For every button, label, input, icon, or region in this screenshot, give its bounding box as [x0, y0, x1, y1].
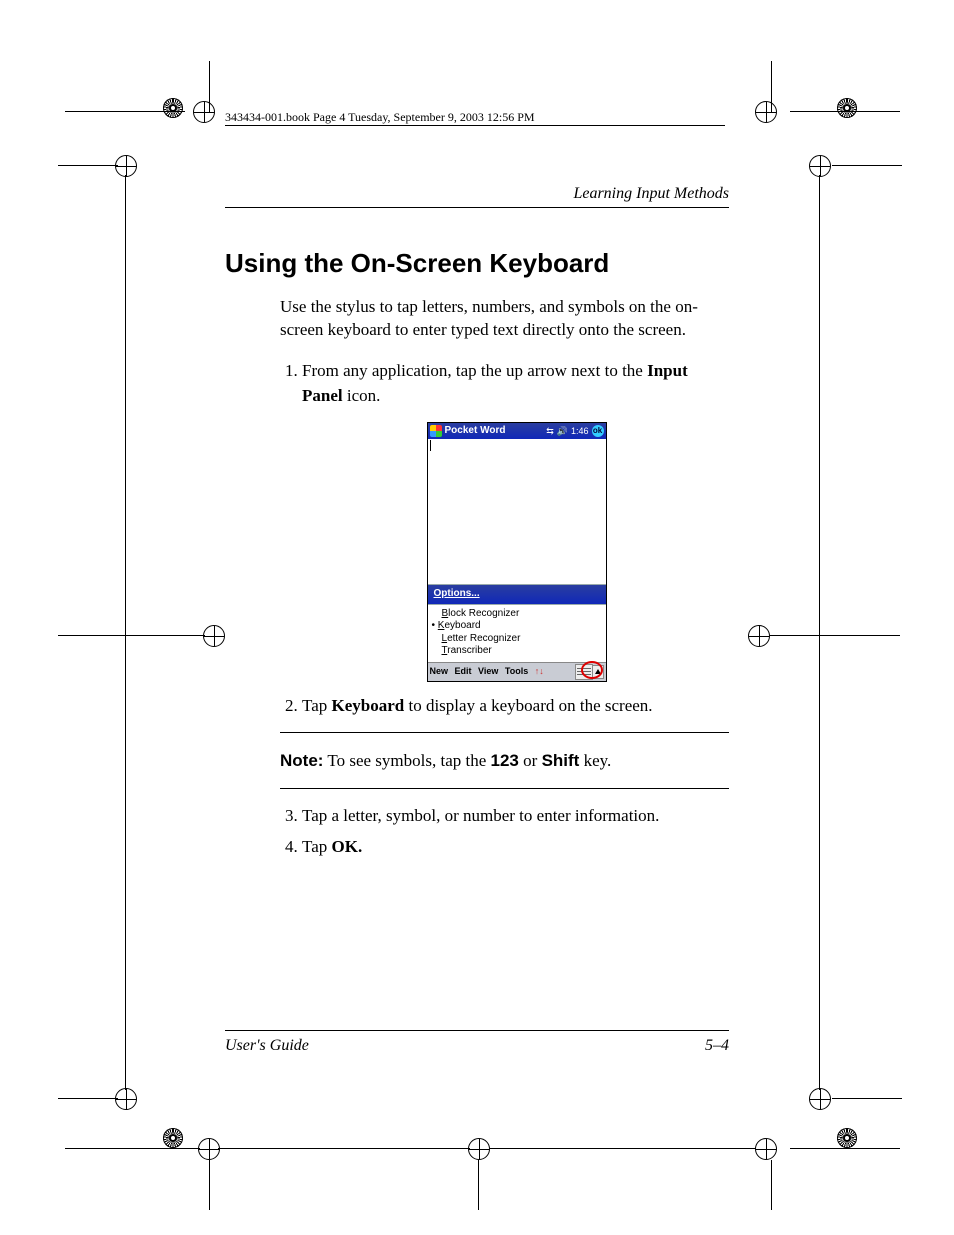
reg-mark-icon: [809, 155, 831, 177]
section-label: Learning Input Methods: [225, 185, 729, 208]
footer-left: User's Guide: [225, 1037, 309, 1055]
reg-sun-icon: [837, 1128, 857, 1148]
note-text-post: key.: [579, 751, 611, 770]
menu-item-keyboard: Keyboard: [432, 620, 602, 633]
step-1-text-pre: From any application, tap the up arrow n…: [302, 361, 647, 380]
step-1-text-post: icon.: [343, 386, 381, 405]
crop-line: [58, 635, 205, 636]
note-divider-bottom: [280, 788, 729, 790]
crop-line: [490, 1148, 756, 1149]
text-caret-icon: [430, 440, 431, 451]
footer-page-number: 5–4: [705, 1037, 729, 1055]
menu-edit: Edit: [455, 666, 472, 676]
pocketpc-time: 1:46: [571, 425, 589, 438]
note-paragraph: Note: To see symbols, tap the 123 or Shi…: [280, 751, 729, 771]
pocketpc-options-header: Options...: [428, 585, 606, 604]
menu-item-transcriber: Transcriber: [432, 645, 602, 658]
step-4: Tap OK.: [302, 835, 729, 860]
up-arrow-icon: [592, 665, 604, 679]
reg-sun-icon: [163, 98, 183, 118]
step-2-bold: Keyboard: [332, 696, 405, 715]
page-title: Using the On-Screen Keyboard: [225, 248, 729, 279]
crop-line: [790, 1148, 900, 1149]
step-2: Tap Keyboard to display a keyboard on th…: [302, 694, 729, 719]
step-4-text-pre: Tap: [302, 837, 332, 856]
crop-line: [65, 1148, 200, 1149]
crop-line: [771, 1160, 772, 1210]
book-metadata: 343434-001.book Page 4 Tuesday, Septembe…: [225, 110, 535, 125]
note-label: Note:: [280, 751, 323, 770]
reg-mark-icon: [203, 625, 225, 647]
crop-line: [58, 1098, 118, 1099]
crop-line: [819, 175, 820, 1090]
note-divider-top: [280, 732, 729, 734]
header-rule: [225, 125, 725, 126]
ok-button-icon: ok: [592, 425, 604, 437]
pocketpc-title: Pocket Word: [445, 424, 506, 439]
signal-icon: [546, 425, 554, 438]
crop-line: [832, 1098, 902, 1099]
step-1: From any application, tap the up arrow n…: [302, 359, 729, 682]
reg-mark-icon: [809, 1088, 831, 1110]
reg-mark-icon: [115, 1088, 137, 1110]
pocketpc-titlebar: Pocket Word 1:46 ok: [428, 423, 606, 439]
crop-line: [771, 61, 772, 113]
crop-line: [125, 175, 126, 1090]
keyboard-icon: [575, 664, 593, 680]
speaker-icon: [557, 425, 568, 438]
crop-line: [832, 165, 902, 166]
pocketpc-input-menu: Block Recognizer Keyboard Letter Recogni…: [428, 604, 606, 662]
reg-mark-icon: [468, 1138, 490, 1160]
menu-item-letter-recognizer: Letter Recognizer: [432, 633, 602, 646]
key-123: 123: [491, 751, 519, 770]
pocketpc-bottom-bar: New Edit View Tools ↑↓: [428, 662, 606, 681]
step-2-text-post: to display a keyboard on the screen.: [404, 696, 652, 715]
note-text-pre: To see symbols, tap the: [323, 751, 490, 770]
crop-line: [770, 635, 900, 636]
menu-tools: Tools: [505, 666, 528, 676]
crop-line: [218, 1148, 470, 1149]
reg-mark-icon: [115, 155, 137, 177]
reg-mark-icon: [755, 101, 777, 123]
reg-mark-icon: [198, 1138, 220, 1160]
crop-line: [209, 61, 210, 113]
menu-item-block-recognizer: Block Recognizer: [432, 608, 602, 621]
crop-line: [65, 111, 185, 112]
reg-sun-icon: [837, 98, 857, 118]
reg-sun-icon: [163, 1128, 183, 1148]
input-panel-button: [575, 664, 604, 680]
pocketpc-screenshot: Pocket Word 1:46 ok: [427, 422, 607, 682]
reg-mark-icon: [755, 1138, 777, 1160]
intro-paragraph: Use the stylus to tap letters, numbers, …: [280, 296, 729, 342]
step-2-text-pre: Tap: [302, 696, 332, 715]
crop-line: [790, 111, 900, 112]
note-text-mid: or: [519, 751, 542, 770]
menu-new: New: [430, 666, 449, 676]
step-4-bold: OK.: [332, 837, 363, 856]
windows-flag-icon: [430, 425, 442, 437]
format-arrows-icon: ↑↓: [535, 666, 544, 676]
reg-mark-icon: [193, 101, 215, 123]
crop-line: [478, 1160, 479, 1210]
key-shift: Shift: [542, 751, 580, 770]
crop-line: [209, 1160, 210, 1210]
step-3: Tap a letter, symbol, or number to enter…: [302, 804, 729, 829]
menu-view: View: [478, 666, 498, 676]
pocketpc-document-area: [428, 439, 606, 585]
reg-mark-icon: [748, 625, 770, 647]
crop-line: [58, 165, 118, 166]
